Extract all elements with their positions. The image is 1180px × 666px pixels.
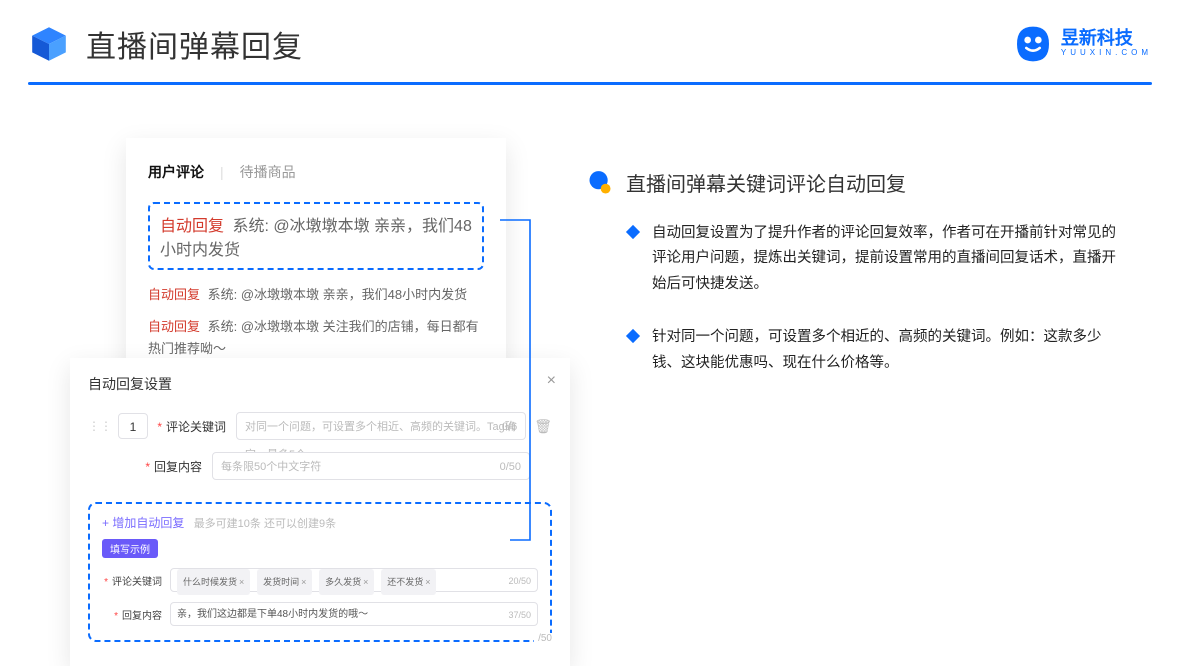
tabs: 用户评论 | 待播商品 <box>148 162 484 182</box>
example-content-input[interactable]: 亲，我们这边都是下单48小时内发货的哦～ 37/50 <box>170 602 538 626</box>
brand-icon <box>1013 24 1053 64</box>
ex-label-keyword: *评论关键词 <box>102 573 162 588</box>
page-title: 直播间弹幕回复 <box>86 22 303 66</box>
close-icon[interactable]: × <box>547 372 556 390</box>
settings-panel: 自动回复设置 × ⋮⋮ 1 *评论关键词 对同一个问题，可设置多个相近、高频的关… <box>70 358 570 666</box>
chip[interactable]: 什么时候发货× <box>177 569 250 595</box>
chip[interactable]: 还不发货× <box>381 569 436 595</box>
header: 直播间弹幕回复 昱新科技 YUUXIN.COM <box>28 22 1152 85</box>
auto-reply-tag: 自动回复 <box>160 218 224 235</box>
ex-label-content: *回复内容 <box>102 607 162 622</box>
header-divider <box>28 82 1152 85</box>
diamond-icon <box>626 225 640 239</box>
rule-number: 1 <box>118 413 148 439</box>
tab-pending-products[interactable]: 待播商品 <box>240 162 296 182</box>
row-content: *回复内容 每条限50个中文字符 0/50 <box>88 452 552 480</box>
counter: 20/50 <box>508 569 531 593</box>
right-block: 直播间弹幕关键词评论自动回复 自动回复设置为了提升作者的评论回复效率，作者可在开… <box>586 168 1120 404</box>
drag-handle-icon[interactable]: ⋮⋮ <box>88 419 112 433</box>
auto-reply-tag: 自动回复 <box>148 287 200 302</box>
label-content: *回复内容 <box>124 458 202 475</box>
chip[interactable]: 发货时间× <box>257 569 312 595</box>
counter: 0/6 <box>502 413 517 441</box>
cube-icon <box>28 23 70 65</box>
highlighted-comment: 自动回复 系统: @冰墩墩本墩 亲亲，我们48小时内发货 <box>148 202 484 270</box>
bubble-icon <box>586 169 614 197</box>
example-keyword-input[interactable]: 什么时候发货× 发货时间× 多久发货× 还不发货× 20/50 <box>170 568 538 592</box>
diamond-icon <box>626 329 640 343</box>
add-auto-reply-link[interactable]: + 增加自动回复 <box>102 516 184 530</box>
tab-user-comments[interactable]: 用户评论 <box>148 162 204 182</box>
section-header: 直播间弹幕关键词评论自动回复 <box>586 168 1120 197</box>
add-hint: 最多可建10条 还可以创建9条 <box>194 518 336 530</box>
example-keyword-row: *评论关键词 什么时候发货× 发货时间× 多久发货× 还不发货× 20/50 <box>102 568 538 592</box>
comment-line: 自动回复 系统: @冰墩墩本墩 关注我们的店铺，每日都有热门推荐呦～ <box>148 316 484 360</box>
trash-icon[interactable]: 🗑 <box>534 418 552 435</box>
settings-title: 自动回复设置 <box>88 376 172 392</box>
counter: 0/50 <box>500 453 521 481</box>
row-keyword: ⋮⋮ 1 *评论关键词 对同一个问题，可设置多个相近、高频的关键词。Tag确定，… <box>88 412 552 440</box>
brand-text: 昱新科技 YUUXIN.COM <box>1061 29 1152 58</box>
example-badge: 填写示例 <box>102 539 158 558</box>
comment-text: 系统: @冰墩墩本墩 亲亲，我们48小时内发货 <box>208 287 468 302</box>
keyword-input[interactable]: 对同一个问题，可设置多个相近、高频的关键词。Tag确定，最多5个 0/6 <box>236 412 526 440</box>
content-input[interactable]: 每条限50个中文字符 0/50 <box>212 452 530 480</box>
auto-reply-tag: 自动回复 <box>148 319 200 334</box>
tab-separator: | <box>220 164 224 180</box>
example-highlight: + 增加自动回复 最多可建10条 还可以创建9条 填写示例 *评论关键词 什么时… <box>88 502 552 642</box>
counter: 37/50 <box>508 603 531 627</box>
bullet-text: 自动回复设置为了提升作者的评论回复效率，作者可在开播前针对常见的评论用户问题，提… <box>652 221 1120 297</box>
bullet-item: 自动回复设置为了提升作者的评论回复效率，作者可在开播前针对常见的评论用户问题，提… <box>628 221 1120 297</box>
brand-en: YUUXIN.COM <box>1061 47 1152 58</box>
example-content-row: *回复内容 亲，我们这边都是下单48小时内发货的哦～ 37/50 <box>102 602 538 626</box>
comment-line: 自动回复 系统: @冰墩墩本墩 亲亲，我们48小时内发货 <box>148 284 484 306</box>
counter: /50 <box>534 633 552 644</box>
chip[interactable]: 多久发货× <box>319 569 374 595</box>
section-title: 直播间弹幕关键词评论自动回复 <box>626 168 906 197</box>
bullet-item: 针对同一个问题，可设置多个相近的、高频的关键词。例如：这款多少钱、这块能优惠吗、… <box>628 325 1120 376</box>
brand-cn: 昱新科技 <box>1061 29 1152 47</box>
label-keyword: *评论关键词 <box>148 418 226 435</box>
bullet-text: 针对同一个问题，可设置多个相近的、高频的关键词。例如：这款多少钱、这块能优惠吗、… <box>652 325 1120 376</box>
